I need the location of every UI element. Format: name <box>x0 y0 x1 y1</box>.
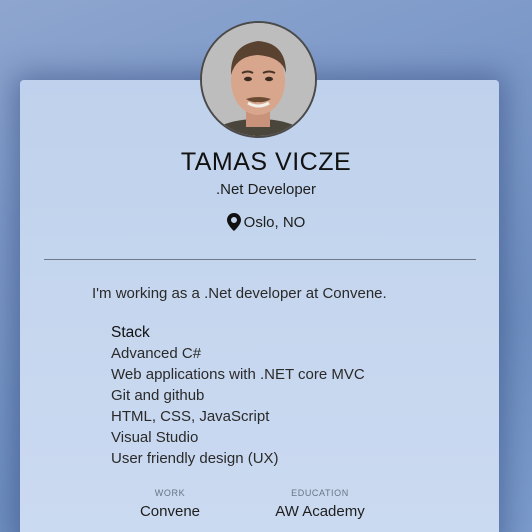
list-item: Web applications with .NET core MVC <box>111 366 365 383</box>
location-text: Oslo, NO <box>243 213 306 231</box>
list-item: Advanced C# <box>111 345 202 362</box>
list-item: Visual Studio <box>111 429 199 446</box>
work-value: Convene <box>139 503 201 520</box>
avatar-photo <box>202 23 315 136</box>
stack-heading: Stack <box>111 324 150 341</box>
profile-location: Oslo, NO <box>0 213 532 231</box>
profile-role: .Net Developer <box>215 181 317 198</box>
stack-list: Advanced C# Web applications with .NET c… <box>111 343 365 469</box>
section-divider <box>44 259 476 260</box>
list-item: User friendly design (UX) <box>111 450 279 467</box>
list-item: Git and github <box>111 387 205 404</box>
work-label: WORK <box>154 488 186 498</box>
list-item: HTML, CSS, JavaScript <box>111 408 270 425</box>
map-pin-icon <box>226 213 241 231</box>
work-info: WORK Convene <box>120 488 220 520</box>
profile-intro: I'm working as a .Net developer at Conve… <box>92 285 387 302</box>
stack-section: Stack Advanced C# Web applications with … <box>111 322 365 469</box>
avatar <box>200 21 317 138</box>
education-value: AW Academy <box>275 503 365 520</box>
education-label: EDUCATION <box>291 488 349 498</box>
profile-name: TAMAS VICZE <box>180 148 352 176</box>
education-info: EDUCATION AW Academy <box>260 488 380 520</box>
